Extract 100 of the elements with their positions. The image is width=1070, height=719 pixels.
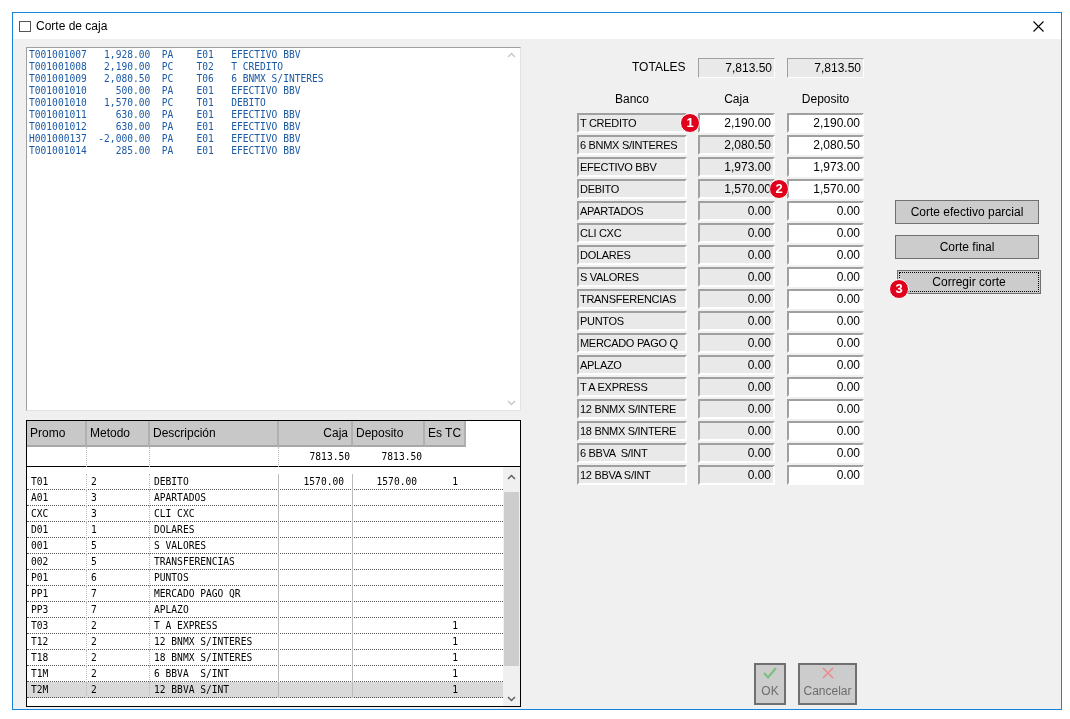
- amount-field[interactable]: 0.00: [787, 421, 864, 441]
- amount-field[interactable]: 0.00: [787, 443, 864, 463]
- amount-field[interactable]: 0.00: [698, 399, 775, 419]
- table-cell: MERCADO PAGO QR: [150, 585, 279, 602]
- amount-field[interactable]: 2,190.00: [698, 113, 775, 133]
- amount-field[interactable]: 0.00: [698, 377, 775, 397]
- step-badge: 3: [889, 279, 909, 299]
- table-row[interactable]: P01 6 PUNTOS: [27, 570, 503, 586]
- amount-field[interactable]: 0.00: [698, 333, 775, 353]
- table-cell: T2M: [27, 681, 87, 698]
- table-row[interactable]: T1M 2 6 BBVA S/INT 1: [27, 666, 503, 682]
- bank-label: EFECTIVO BBV: [577, 157, 687, 177]
- amount-field[interactable]: 0.00: [787, 201, 864, 221]
- amount-field[interactable]: 0.00: [787, 333, 864, 353]
- column-header: Caja: [723, 91, 750, 108]
- table-cell: D01: [27, 521, 87, 538]
- scrollbar-thumb[interactable]: [504, 492, 519, 666]
- amount-field[interactable]: 0.00: [698, 223, 775, 243]
- table-cell: 001: [27, 537, 87, 554]
- column-header[interactable]: Metodo: [87, 421, 150, 447]
- column-header[interactable]: Descripción: [150, 421, 279, 447]
- table-cell: 18 BNMX S/INTERES: [150, 649, 279, 666]
- table-cell: 3: [87, 489, 150, 506]
- table-cell: T18: [27, 649, 87, 666]
- log-line: H001000137 -2,000.00 PA E01 EFECTIVO BBV: [29, 133, 302, 145]
- column-header[interactable]: Caja: [279, 421, 353, 447]
- bank-label: 12 BBVA S/INT: [577, 465, 687, 485]
- amount-field[interactable]: 0.00: [787, 245, 864, 265]
- table-cell: 2: [87, 617, 150, 634]
- amount-field[interactable]: 2,080.50: [698, 135, 775, 155]
- amount-field[interactable]: 1,973.00: [698, 157, 775, 177]
- amount-field[interactable]: 0.00: [787, 377, 864, 397]
- table-cell: APARTADOS: [150, 489, 279, 506]
- table-row[interactable]: 002 5 TRANSFERENCIAS: [27, 554, 503, 570]
- table-row[interactable]: T18 2 18 BNMX S/INTERES 1: [27, 650, 503, 666]
- table-cell: DOLARES: [150, 521, 279, 538]
- amount-field[interactable]: 0.00: [698, 443, 775, 463]
- table-cell: 12 BNMX S/INTERES: [150, 633, 279, 650]
- checkmark-icon: [763, 667, 777, 679]
- bank-label: DOLARES: [577, 245, 687, 265]
- amount-field[interactable]: 0.00: [698, 245, 775, 265]
- amount-field[interactable]: 0.00: [698, 289, 775, 309]
- amount-field[interactable]: 0.00: [698, 267, 775, 287]
- amount-field[interactable]: 0.00: [787, 465, 864, 485]
- amount-field[interactable]: 0.00: [698, 201, 775, 221]
- action-button[interactable]: Corte final: [895, 235, 1039, 259]
- table-row[interactable]: A01 3 APARTADOS: [27, 490, 503, 506]
- log-text-area[interactable]: [26, 47, 521, 411]
- table-cell: T03: [27, 617, 87, 634]
- column-header[interactable]: Deposito: [353, 421, 425, 447]
- amount-field[interactable]: 1,570.00: [787, 179, 864, 199]
- amount-field[interactable]: 0.00: [698, 355, 775, 375]
- amount-field[interactable]: 0.00: [787, 355, 864, 375]
- table-cell: 5: [87, 537, 150, 554]
- table-cell-text: 1: [451, 666, 459, 681]
- bank-label: TRANSFERENCIAS: [577, 289, 687, 309]
- bank-label: PUNTOS: [577, 311, 687, 331]
- total-field: 7,813.50: [698, 58, 775, 78]
- bank-label: T CREDITO: [577, 113, 687, 133]
- amount-field[interactable]: 0.00: [787, 267, 864, 287]
- table-row[interactable]: 001 5 S VALORES: [27, 538, 503, 554]
- log-line: T001001010 1,570.00 PC T01 DEBITO: [29, 97, 267, 109]
- amount-field[interactable]: 0.00: [787, 399, 864, 419]
- amount-field[interactable]: 0.00: [787, 223, 864, 243]
- table-cell: S VALORES: [150, 537, 279, 554]
- table-row[interactable]: T03 2 T A EXPRESS 1: [27, 618, 503, 634]
- bank-label: T A EXPRESS: [577, 377, 687, 397]
- log-line: T001001011 630.00 PA E01 EFECTIVO BBV: [29, 109, 302, 121]
- amount-field[interactable]: 0.00: [698, 311, 775, 331]
- table-cell: 1: [87, 521, 150, 538]
- scroll-up-icon[interactable]: [507, 474, 516, 480]
- table-cell: 6: [87, 569, 150, 586]
- scrollbar[interactable]: [503, 467, 520, 706]
- amount-field[interactable]: 0.00: [698, 465, 775, 485]
- amount-field[interactable]: 0.00: [787, 289, 864, 309]
- table-row[interactable]: PP3 7 APLAZO: [27, 602, 503, 618]
- amount-field[interactable]: 1,973.00: [787, 157, 864, 177]
- totals-label: TOTALES: [631, 58, 687, 76]
- column-header[interactable]: Promo: [27, 421, 87, 447]
- table-cell: 7: [87, 585, 150, 602]
- table-row[interactable]: T12 2 12 BNMX S/INTERES 1: [27, 634, 503, 650]
- table-row[interactable]: T01 2 DEBITO 1570.00 1570.00 1: [27, 474, 503, 490]
- table-row[interactable]: T2M 2 12 BBVA S/INT 1: [27, 682, 503, 698]
- action-button[interactable]: Corte efectivo parcial: [895, 200, 1039, 224]
- log-line: T001001008 2,190.00 PC T02 T CREDITO: [29, 61, 285, 73]
- close-icon: [821, 667, 834, 679]
- bank-label: DEBITO: [577, 179, 687, 199]
- bank-label: 6 BBVA S/INT: [577, 443, 687, 463]
- column-header[interactable]: Es TC: [425, 421, 466, 447]
- amount-field[interactable]: 0.00: [698, 421, 775, 441]
- amount-field[interactable]: 2,080.50: [787, 135, 864, 155]
- amount-field[interactable]: 0.00: [787, 311, 864, 331]
- table-row[interactable]: CXC 3 CLI CXC: [27, 506, 503, 522]
- amount-field[interactable]: 1,570.00: [698, 179, 775, 199]
- column-header: Deposito: [800, 91, 851, 108]
- table-cell-text: 1: [451, 618, 459, 633]
- table-row[interactable]: PP1 7 MERCADO PAGO QR: [27, 586, 503, 602]
- scroll-down-icon[interactable]: [507, 696, 516, 702]
- amount-field[interactable]: 2,190.00: [787, 113, 864, 133]
- table-row[interactable]: D01 1 DOLARES: [27, 522, 503, 538]
